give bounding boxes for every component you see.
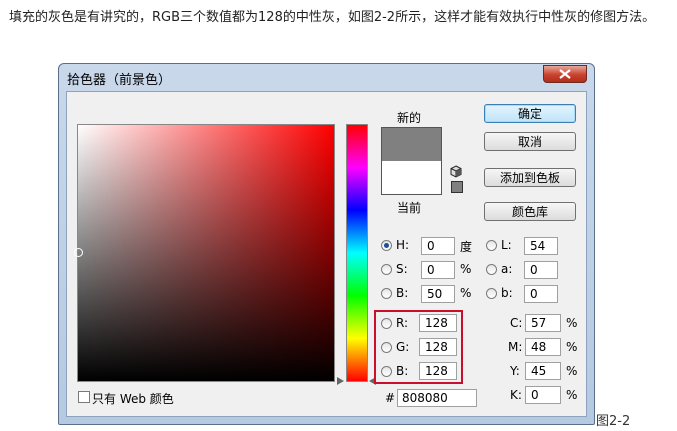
radio-b-hsb[interactable] [381, 288, 392, 299]
label-m: M: [508, 340, 523, 354]
unit-c: % [566, 316, 578, 330]
unit-y: % [566, 364, 578, 378]
color-field-brightness [78, 125, 334, 381]
radio-b-lab[interactable] [486, 288, 497, 299]
radio-s[interactable] [381, 264, 392, 275]
label-a: a: [501, 262, 513, 276]
label-s: S: [396, 262, 408, 276]
cancel-button[interactable]: 取消 [484, 132, 576, 151]
color-comparison-swatch [381, 127, 442, 195]
unit-h: 度 [460, 240, 473, 254]
current-color-swatch[interactable] [382, 161, 441, 194]
new-color-label: 新的 [397, 111, 422, 125]
input-s[interactable]: 0 [421, 261, 455, 279]
unit-s: % [460, 262, 472, 276]
figure-caption: 图2-2 [596, 414, 631, 429]
input-h[interactable]: 0 [421, 237, 455, 255]
new-color-swatch [382, 128, 441, 161]
hex-input[interactable]: 808080 [397, 389, 477, 407]
input-b-hsb[interactable]: 50 [421, 285, 455, 303]
hue-slider[interactable] [346, 124, 368, 382]
web-colors-only-checkbox[interactable] [78, 391, 90, 403]
unit-k: % [566, 388, 578, 402]
close-icon [559, 69, 571, 79]
input-a[interactable]: 0 [524, 261, 558, 279]
hue-slider-left-arrow[interactable] [337, 377, 344, 385]
article-text: 填充的灰色是有讲究的，RGB三个数值都为128的中性灰，如图2-2所示，这样才能… [9, 10, 656, 25]
color-field[interactable] [77, 124, 335, 382]
label-b-hsb: B: [396, 286, 409, 300]
label-y: Y: [510, 364, 520, 378]
out-of-gamut-cube-icon[interactable] [450, 165, 462, 178]
label-k: K: [510, 388, 522, 402]
input-c[interactable]: 57 [525, 314, 561, 332]
radio-a[interactable] [486, 264, 497, 275]
websafe-color-swatch-icon[interactable] [451, 181, 463, 193]
input-b-lab[interactable]: 0 [524, 285, 558, 303]
rgb-highlight-box [374, 310, 463, 384]
unit-b-hsb: % [460, 286, 472, 300]
unit-m: % [566, 340, 578, 354]
dialog-title: 拾色器（前景色） [67, 73, 172, 88]
input-y[interactable]: 45 [525, 362, 561, 380]
input-m[interactable]: 48 [525, 338, 561, 356]
label-c: C: [510, 316, 523, 330]
label-b-lab: b: [501, 286, 513, 300]
title-bar[interactable]: 拾色器（前景色） [59, 64, 594, 91]
color-field-marker[interactable] [74, 248, 83, 257]
ok-button[interactable]: 确定 [484, 104, 576, 123]
add-to-swatches-button[interactable]: 添加到色板 [484, 168, 576, 187]
radio-l[interactable] [486, 240, 497, 251]
current-color-label: 当前 [397, 201, 422, 215]
label-h: H: [396, 238, 410, 252]
close-button[interactable] [543, 65, 587, 83]
web-colors-only-label: 只有 Web 颜色 [92, 392, 174, 406]
input-k[interactable]: 0 [525, 386, 561, 404]
label-l: L: [501, 238, 512, 252]
color-libraries-button[interactable]: 颜色库 [484, 202, 576, 221]
hex-label: # [385, 391, 396, 405]
input-l[interactable]: 54 [524, 237, 558, 255]
radio-h[interactable] [381, 240, 392, 251]
